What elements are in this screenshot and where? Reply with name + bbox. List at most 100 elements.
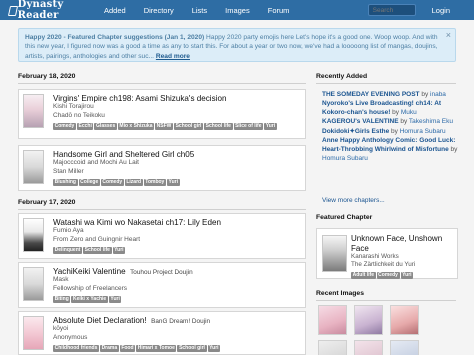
recent-image[interactable] (318, 340, 347, 355)
recent-user[interactable]: Homura Subaru (322, 155, 368, 162)
tag[interactable]: Mio x Shizuka (117, 122, 155, 130)
cover-thumbnail[interactable] (23, 94, 44, 128)
tag[interactable]: NSFW (155, 122, 173, 130)
nav-link-forum[interactable]: Forum (268, 6, 290, 15)
group-link[interactable]: From Zero and Guingnir Heart (53, 236, 301, 245)
search-input[interactable] (367, 4, 416, 16)
author-link[interactable]: Fumio Aya (53, 227, 301, 236)
tag[interactable]: Yuri (400, 271, 414, 279)
chapter-title[interactable]: Handsome Girl and Sheltered Girl ch05 (53, 150, 301, 159)
doujin-series[interactable]: Touhou Project Doujin (130, 269, 193, 276)
tag[interactable]: Comedy (53, 122, 76, 130)
nav-link-directory[interactable]: Directory (144, 6, 174, 15)
tag[interactable]: Comedy (100, 178, 124, 186)
group-link[interactable]: Stan Miller (53, 168, 301, 177)
recent-image[interactable] (354, 340, 383, 355)
recent-title[interactable]: KAGEROU's VALENTINE (322, 118, 399, 125)
featured-title[interactable]: Unknown Face, Unshown Face (351, 234, 454, 253)
cover-thumbnail[interactable] (23, 316, 44, 350)
recent-user[interactable]: Muku (401, 109, 417, 116)
author-link[interactable]: kōyoi (53, 325, 301, 334)
tag[interactable]: Yuri (264, 122, 277, 130)
group-link[interactable]: Anonymous (53, 334, 301, 343)
date-heading: February 17, 2020 (18, 199, 76, 206)
recent-title[interactable]: Anne Happy Anthology Comic: Good Luck: H… (322, 137, 455, 153)
chapter-card[interactable]: Absolute Diet Declaration! BanG Dream! D… (18, 311, 306, 355)
recent-user[interactable]: inaba (430, 91, 446, 98)
tag[interactable]: Himari x Tomoe (136, 344, 177, 352)
chapter-title[interactable]: YachiKeiki Valentine Touhou Project Douj… (53, 267, 301, 276)
chapter-card[interactable]: Watashi wa Kimi wo Nakasetai ch17: Lily … (18, 213, 306, 259)
nav-link-lists[interactable]: Lists (192, 6, 207, 15)
recent-item: Dokidoki✦Girls Esthe by Homura Subaru (322, 127, 446, 135)
recent-images-heading: Recent Images (316, 290, 364, 297)
cover-thumbnail[interactable] (23, 218, 44, 252)
recent-image[interactable] (318, 305, 347, 335)
tag-list: Childhood friends Drama Food Himari x Tomoe… (53, 344, 301, 352)
tag[interactable]: Slice of life (233, 122, 264, 130)
nav-link-images[interactable]: Images (225, 6, 250, 15)
logo-icon (8, 5, 16, 15)
tag[interactable]: College (78, 178, 100, 186)
featured-author[interactable]: Kanarashi Works (351, 253, 454, 261)
doujin-series[interactable]: BanG Dream! Doujin (151, 318, 210, 325)
group-link[interactable]: Chadō no Teikoku (53, 112, 301, 121)
tag[interactable]: Tomboy (143, 178, 166, 186)
tag[interactable]: Yuri (108, 295, 122, 303)
tag[interactable]: Childhood friends (53, 344, 99, 352)
author-link[interactable]: Mask (53, 276, 301, 285)
group-link[interactable]: Fellowship of Freelancers (53, 285, 301, 294)
login-link[interactable]: Login (432, 6, 450, 15)
featured-card[interactable]: Unknown Face, Unshown Face Kanarashi Wor… (316, 228, 458, 279)
chapter-title[interactable]: Virgins' Empire ch198: Asami Shizuka's d… (53, 94, 301, 103)
author-link[interactable]: Majocccoid and Mochi Au Lait (53, 159, 301, 168)
chapter-title[interactable]: Absolute Diet Declaration! BanG Dream! D… (53, 316, 301, 325)
recent-image[interactable] (354, 305, 383, 335)
close-icon[interactable]: × (446, 30, 451, 40)
tag[interactable]: Biting (53, 295, 71, 303)
tag[interactable]: Blushing (53, 178, 78, 186)
tag[interactable]: School life (204, 122, 233, 130)
recent-title[interactable]: THE SOMEDAY EVENING POST (322, 91, 420, 98)
recent-item: KAGEROU's VALENTINE by Takeshima Eku (322, 118, 453, 126)
tag[interactable]: School girl (174, 122, 204, 130)
chapter-card[interactable]: YachiKeiki Valentine Touhou Project Douj… (18, 262, 306, 308)
tag[interactable]: Comedy (376, 271, 400, 279)
featured-cover[interactable] (322, 235, 347, 272)
announcement-banner: Happy 2020 - Featured Chapter suggestion… (18, 28, 456, 62)
tag[interactable]: Yuri (112, 246, 126, 254)
featured-group[interactable]: The Zärtlichkeit du Yuri (351, 261, 454, 269)
nav-link-added[interactable]: Added (104, 6, 126, 15)
tag[interactable]: Yuri (207, 344, 221, 352)
recent-item: THE SOMEDAY EVENING POST by inaba (322, 91, 446, 98)
chapter-card[interactable]: Handsome Girl and Sheltered Girl ch05 Ma… (18, 145, 306, 191)
tag[interactable]: School girl (177, 344, 207, 352)
recent-image[interactable] (390, 305, 419, 335)
author-link[interactable]: Kishi Torajirou (53, 103, 301, 112)
divider (316, 300, 456, 301)
recent-user[interactable]: Takeshima Eku (409, 118, 453, 125)
chapter-card[interactable]: Virgins' Empire ch198: Asami Shizuka's d… (18, 89, 306, 139)
site-logo[interactable]: Dynasty Reader (8, 0, 104, 21)
tag[interactable]: Lizard (124, 178, 143, 186)
tag[interactable]: Adult life (351, 271, 376, 279)
read-more-link[interactable]: Read more (156, 53, 190, 60)
recent-image[interactable] (390, 340, 419, 355)
cover-thumbnail[interactable] (23, 267, 44, 301)
view-more-link[interactable]: View more chapters... (322, 197, 385, 204)
tag[interactable]: Glasses (94, 122, 117, 130)
tag[interactable]: Delinquent (53, 246, 83, 254)
chapter-title[interactable]: Watashi wa Kimi wo Nakasetai ch17: Lily … (53, 218, 301, 227)
tag[interactable]: Keiki x Yachie (71, 295, 108, 303)
tag[interactable]: Yuri (166, 178, 180, 186)
recent-title[interactable]: Dokidoki✦Girls Esthe (322, 128, 389, 135)
top-nav: Dynasty Reader Added Directory Lists Ima… (0, 0, 474, 21)
tag[interactable]: Ecchi (76, 122, 94, 130)
tag[interactable]: Food (119, 344, 136, 352)
tag[interactable]: Drama (99, 344, 119, 352)
recent-title[interactable]: Nyoroko's Live Broadcasting! ch14: At Ko… (322, 100, 441, 116)
divider (316, 83, 456, 84)
recent-user[interactable]: Homura Subaru (400, 128, 446, 135)
cover-thumbnail[interactable] (23, 150, 44, 184)
tag[interactable]: School life (83, 246, 112, 254)
